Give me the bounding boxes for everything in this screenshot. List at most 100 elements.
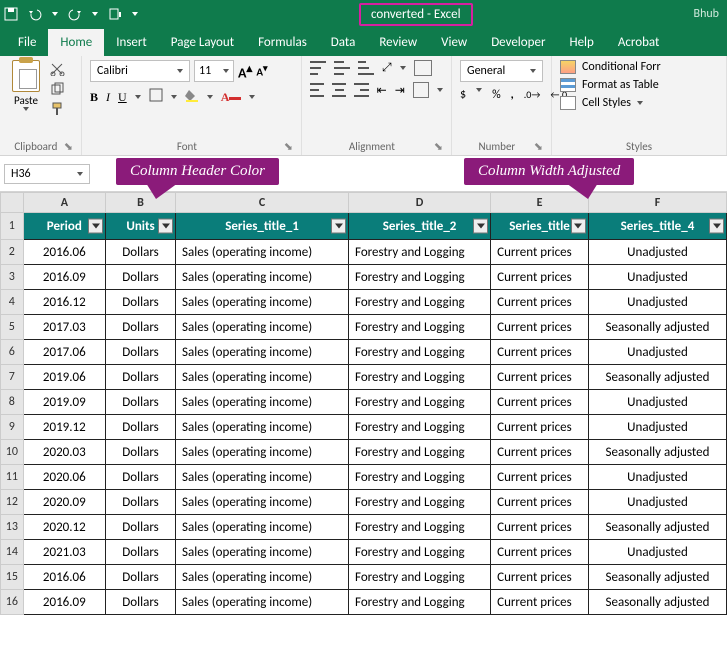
- cell-series-2[interactable]: Forestry and Logging: [349, 390, 491, 415]
- filter-button[interactable]: [709, 219, 724, 234]
- cell-period[interactable]: 2017.03: [23, 315, 105, 340]
- cell-series-4[interactable]: Unadjusted: [588, 415, 726, 440]
- tab-view[interactable]: View: [429, 29, 479, 56]
- cell-series-1[interactable]: Sales (operating income): [176, 415, 349, 440]
- underline-dropdown-icon[interactable]: [135, 95, 141, 99]
- row-header[interactable]: 14: [1, 540, 24, 565]
- font-color-icon[interactable]: A: [221, 90, 242, 105]
- cell-series-2[interactable]: Forestry and Logging: [349, 540, 491, 565]
- cell-series-2[interactable]: Forestry and Logging: [349, 265, 491, 290]
- row-header[interactable]: 15: [1, 565, 24, 590]
- row-header[interactable]: 2: [1, 240, 24, 265]
- cell-period[interactable]: 2021.03: [23, 540, 105, 565]
- select-all-corner[interactable]: [1, 193, 24, 213]
- cell-units[interactable]: Dollars: [106, 390, 176, 415]
- col-header-f[interactable]: F: [588, 193, 726, 213]
- cell-series-1[interactable]: Sales (operating income): [176, 365, 349, 390]
- cell-series-4[interactable]: Unadjusted: [588, 340, 726, 365]
- cell-series-1[interactable]: Sales (operating income): [176, 465, 349, 490]
- clipboard-launcher-icon[interactable]: ⬊: [64, 140, 73, 153]
- cell-units[interactable]: Dollars: [106, 515, 176, 540]
- align-top-icon[interactable]: [310, 61, 326, 75]
- cell-units[interactable]: Dollars: [106, 265, 176, 290]
- cell-units[interactable]: Dollars: [106, 315, 176, 340]
- cell-units[interactable]: Dollars: [106, 540, 176, 565]
- row-header[interactable]: 10: [1, 440, 24, 465]
- cell-series-2[interactable]: Forestry and Logging: [349, 340, 491, 365]
- tab-formulas[interactable]: Formulas: [246, 29, 319, 56]
- tab-review[interactable]: Review: [367, 29, 429, 56]
- cell-period[interactable]: 2017.06: [23, 340, 105, 365]
- font-size-selector[interactable]: 11: [194, 60, 234, 82]
- align-center-icon[interactable]: [332, 83, 346, 97]
- increase-decimal-icon[interactable]: .0→: [524, 88, 541, 102]
- tab-home[interactable]: Home: [48, 29, 104, 56]
- cell-units[interactable]: Dollars: [106, 590, 176, 615]
- formula-bar[interactable]: Column Header Color Column Width Adjuste…: [94, 162, 727, 186]
- row-header[interactable]: 12: [1, 490, 24, 515]
- paste-dropdown-icon[interactable]: [23, 107, 29, 111]
- filter-button[interactable]: [473, 219, 488, 234]
- row-header[interactable]: 3: [1, 265, 24, 290]
- name-box[interactable]: H36: [4, 164, 90, 184]
- cell-series-2[interactable]: Forestry and Logging: [349, 240, 491, 265]
- cell-period[interactable]: 2016.12: [23, 290, 105, 315]
- cell-series-1[interactable]: Sales (operating income): [176, 490, 349, 515]
- cell-series-2[interactable]: Forestry and Logging: [349, 565, 491, 590]
- bold-button[interactable]: B: [90, 90, 98, 105]
- format-painter-icon[interactable]: [50, 102, 68, 118]
- cell-series-4[interactable]: Unadjusted: [588, 490, 726, 515]
- wrap-text-icon[interactable]: [414, 60, 432, 76]
- orientation-icon[interactable]: ⤢: [382, 61, 392, 75]
- col-header-c[interactable]: C: [176, 193, 349, 213]
- align-middle-icon[interactable]: [334, 61, 350, 75]
- header-series-4[interactable]: Series_title_4: [588, 213, 726, 240]
- cell-period[interactable]: 2019.09: [23, 390, 105, 415]
- cell-units[interactable]: Dollars: [106, 465, 176, 490]
- tab-help[interactable]: Help: [557, 29, 605, 56]
- tab-insert[interactable]: Insert: [104, 29, 159, 56]
- increase-font-icon[interactable]: A▴: [238, 61, 252, 82]
- cell-series-4[interactable]: Unadjusted: [588, 265, 726, 290]
- tab-acrobat[interactable]: Acrobat: [606, 29, 672, 56]
- cell-series-title[interactable]: Current prices: [491, 490, 589, 515]
- row-header[interactable]: 13: [1, 515, 24, 540]
- cell-series-4[interactable]: Seasonally adjusted: [588, 515, 726, 540]
- cell-series-1[interactable]: Sales (operating income): [176, 590, 349, 615]
- cell-series-title[interactable]: Current prices: [491, 565, 589, 590]
- cell-series-1[interactable]: Sales (operating income): [176, 540, 349, 565]
- cell-series-2[interactable]: Forestry and Logging: [349, 290, 491, 315]
- cell-series-1[interactable]: Sales (operating income): [176, 315, 349, 340]
- cell-units[interactable]: Dollars: [106, 365, 176, 390]
- cell-units[interactable]: Dollars: [106, 415, 176, 440]
- cut-icon[interactable]: [50, 62, 68, 78]
- filter-button[interactable]: [571, 219, 586, 234]
- comma-format-icon[interactable]: ,: [511, 88, 514, 102]
- cell-units[interactable]: Dollars: [106, 440, 176, 465]
- accounting-dropdown-icon[interactable]: [476, 88, 482, 92]
- cell-series-1[interactable]: Sales (operating income): [176, 290, 349, 315]
- paste-button[interactable]: Paste: [8, 60, 44, 118]
- row-header[interactable]: 1: [1, 213, 24, 240]
- cell-series-1[interactable]: Sales (operating income): [176, 390, 349, 415]
- cell-series-title[interactable]: Current prices: [491, 315, 589, 340]
- cell-series-title[interactable]: Current prices: [491, 590, 589, 615]
- cell-series-2[interactable]: Forestry and Logging: [349, 590, 491, 615]
- cell-series-1[interactable]: Sales (operating income): [176, 265, 349, 290]
- cell-units[interactable]: Dollars: [106, 340, 176, 365]
- fill-color-icon[interactable]: [185, 88, 199, 106]
- cell-series-4[interactable]: Unadjusted: [588, 240, 726, 265]
- cell-series-4[interactable]: Seasonally adjusted: [588, 315, 726, 340]
- redo-dropdown-icon[interactable]: [92, 12, 98, 16]
- copy-icon[interactable]: [50, 82, 68, 98]
- cell-period[interactable]: 2019.12: [23, 415, 105, 440]
- cell-series-title[interactable]: Current prices: [491, 540, 589, 565]
- cell-period[interactable]: 2019.06: [23, 365, 105, 390]
- cell-period[interactable]: 2016.06: [23, 565, 105, 590]
- decrease-indent-icon[interactable]: ⇤: [377, 83, 387, 98]
- cell-units[interactable]: Dollars: [106, 290, 176, 315]
- cell-period[interactable]: 2016.09: [23, 265, 105, 290]
- orientation-dropdown-icon[interactable]: [400, 66, 406, 70]
- cell-series-4[interactable]: Unadjusted: [588, 465, 726, 490]
- number-format-selector[interactable]: General: [460, 60, 543, 82]
